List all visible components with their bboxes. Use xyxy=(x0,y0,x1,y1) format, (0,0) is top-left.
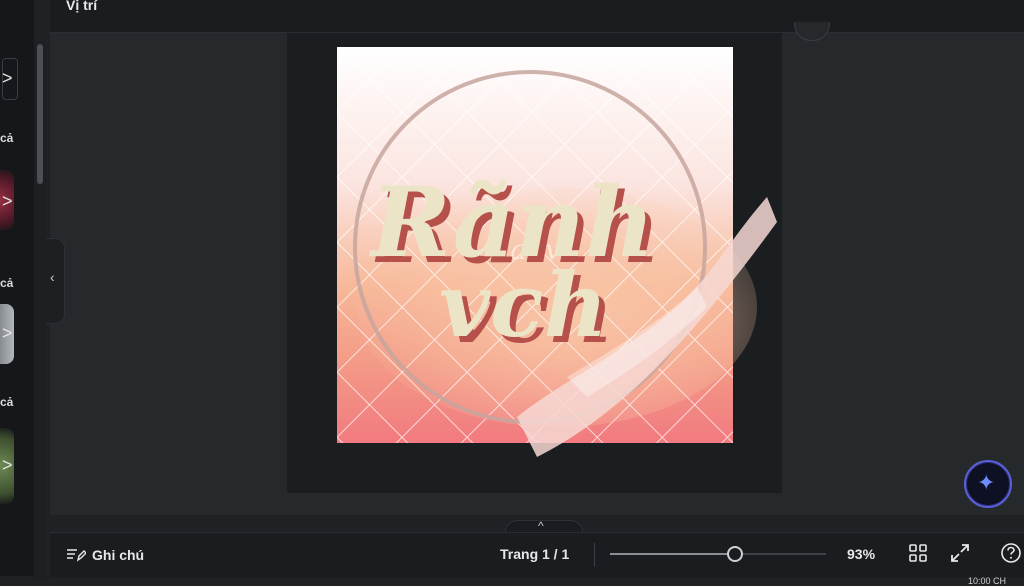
left-elements-panel: > cả > cả > cả > xyxy=(0,0,34,576)
notes-icon xyxy=(67,549,86,562)
chevron-right-icon[interactable]: > xyxy=(2,454,18,476)
design-artwork[interactable]: Canva Rãnh Rãnh vch vch xyxy=(337,47,777,457)
notes-button[interactable]: Ghi chú xyxy=(66,545,144,565)
top-toolbar: Vị trí xyxy=(50,0,1024,33)
collapse-panel-button[interactable]: ‹ xyxy=(46,238,65,324)
magic-assistant-button[interactable]: ✦ xyxy=(964,460,1012,508)
zoom-level[interactable]: 93% xyxy=(847,546,875,562)
magic-sparkle-icon: ✦ xyxy=(977,470,996,495)
divider xyxy=(594,543,595,567)
section-label-1: cả xyxy=(0,131,14,145)
chevron-left-icon: ‹ xyxy=(50,269,55,285)
clock-text: 10:00 CH xyxy=(968,576,1007,586)
scrollbar-thumb[interactable] xyxy=(37,44,43,184)
section-label-2: cả xyxy=(0,276,14,290)
fullscreen-icon[interactable] xyxy=(949,542,971,564)
chevron-right-icon[interactable]: > xyxy=(2,322,18,344)
notes-label: Ghi chú xyxy=(92,547,145,563)
section-label-3: cả xyxy=(0,395,14,409)
chevron-right-icon[interactable]: > xyxy=(2,190,18,212)
position-label[interactable]: Vị trí xyxy=(66,0,97,13)
panel-scrollbar[interactable] xyxy=(34,40,46,580)
page-indicator[interactable]: Trang 1 / 1 xyxy=(500,546,569,562)
title-line2: vch xyxy=(439,253,608,357)
chevron-up-icon: ^ xyxy=(538,519,544,533)
grid-view-icon[interactable] xyxy=(907,542,929,564)
zoom-slider[interactable] xyxy=(610,546,826,562)
zoom-slider-fill xyxy=(610,553,736,555)
help-icon[interactable] xyxy=(1000,542,1022,564)
chevron-right-icon[interactable]: > xyxy=(2,67,18,89)
